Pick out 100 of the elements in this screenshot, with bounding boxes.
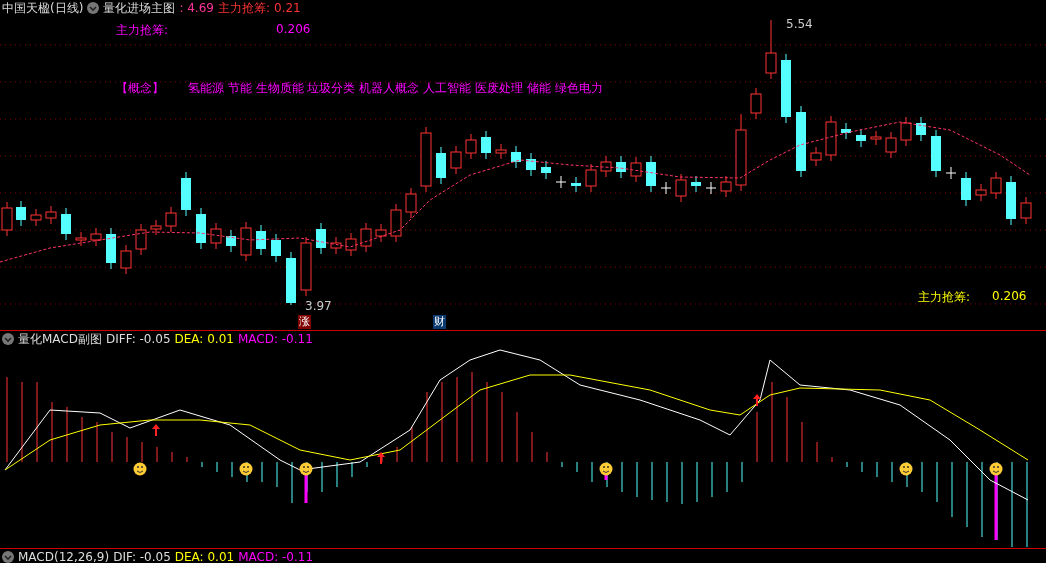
candlestick <box>660 181 672 195</box>
dea-value: DEA: 0.01 <box>174 550 235 563</box>
candlestick <box>45 205 57 225</box>
smiley-icon <box>239 462 253 476</box>
candlestick <box>345 232 357 257</box>
candlestick <box>750 87 762 120</box>
candlestick <box>405 187 417 219</box>
dropdown-icon[interactable] <box>87 2 100 14</box>
indicator-label: 主力抢筹: <box>217 0 270 17</box>
candlestick <box>720 175 732 198</box>
dropdown-icon[interactable] <box>2 551 14 563</box>
smiley-icon <box>989 462 1003 476</box>
macd-value: MACD: -0.11 <box>238 550 314 563</box>
candlestick <box>465 133 477 160</box>
candlestick <box>316 222 326 255</box>
candlestick <box>90 227 102 247</box>
candlestick <box>616 155 626 179</box>
candlestick <box>916 116 926 142</box>
smiley-icon <box>299 462 313 476</box>
candlestick <box>61 207 71 241</box>
candlestick <box>330 236 342 255</box>
candlestick <box>135 223 147 256</box>
candlestick <box>961 171 971 207</box>
panel-title: 量化MACD副图 <box>18 330 102 348</box>
candlestick <box>495 143 507 160</box>
smiley-icon <box>133 462 147 476</box>
candlestick <box>165 206 177 233</box>
dif-value: DIF: -0.05 <box>113 550 171 563</box>
candlestick <box>75 231 87 247</box>
candlestick <box>975 183 987 202</box>
indicator-name: 量化进场主图 <box>103 0 176 17</box>
candlestick <box>856 128 866 148</box>
candlestick <box>900 116 912 147</box>
legend-value: 0.206 <box>276 22 311 38</box>
up-arrow-icon <box>152 424 160 436</box>
event-marker: 财 <box>433 315 446 329</box>
candlestick <box>1020 196 1032 225</box>
candlestick <box>300 236 312 297</box>
stock-title: 中国天楹(日线) <box>2 0 84 17</box>
candlestick <box>555 175 567 189</box>
panel-title: MACD(12,26,9) <box>18 550 110 563</box>
dea-value: DEA: 0.01 <box>174 332 234 346</box>
smiley-icon <box>599 462 613 476</box>
high-price-label: 5.54 <box>786 17 813 31</box>
candlestick <box>481 130 491 160</box>
candlestick <box>675 173 687 203</box>
candlestick <box>196 207 206 250</box>
candlestick <box>841 122 851 140</box>
candlestick <box>526 152 536 177</box>
corner-value: 0.206 <box>992 289 1027 305</box>
candlestick <box>511 145 521 169</box>
candlestick <box>271 233 281 263</box>
candlestick <box>256 224 266 256</box>
candlestick <box>120 244 132 275</box>
candlestick <box>106 227 116 270</box>
low-price-label: 3.97 <box>305 299 332 313</box>
candlestick <box>885 131 897 159</box>
candlestick <box>600 155 612 178</box>
corner-label: 主力抢筹: <box>918 289 971 306</box>
smiley-icon <box>899 462 913 476</box>
up-arrow-icon <box>377 452 385 464</box>
candlestick <box>810 146 822 167</box>
candlestick <box>990 171 1002 200</box>
candlestick <box>765 19 777 80</box>
macd-value: MACD: -0.11 <box>237 332 313 346</box>
candlestick <box>240 221 252 262</box>
candlestick <box>420 126 432 193</box>
candlestick <box>870 130 882 146</box>
candlestick <box>825 115 837 162</box>
concept-tag: 【概念】 <box>116 80 164 97</box>
candlestick <box>945 166 957 180</box>
candlestick <box>360 222 372 253</box>
candlestick <box>630 156 642 183</box>
candlestick <box>931 129 941 178</box>
candlestick <box>210 222 222 250</box>
candlestick <box>571 176 581 193</box>
indicator-value: 0.21 <box>274 1 301 15</box>
candlestick <box>375 223 387 243</box>
concept-list: 氢能源 节能 生物质能 垃圾分类 机器人概念 人工智能 医废处理 储能 绿色电力 <box>188 80 603 97</box>
candlestick <box>705 181 717 195</box>
candlestick <box>781 53 791 124</box>
legend-label: 主力抢筹: <box>116 22 169 39</box>
candlestick <box>436 146 446 185</box>
diff-value: DIFF: -0.05 <box>106 332 171 346</box>
dropdown-icon[interactable] <box>2 333 14 345</box>
candlestick <box>150 219 162 236</box>
candlestick <box>585 163 597 193</box>
candlestick <box>1 201 13 237</box>
event-marker: 涨 <box>298 315 311 329</box>
candlestick <box>181 171 191 217</box>
candlestick <box>691 175 701 193</box>
candlestick <box>390 203 402 243</box>
candlestick <box>16 200 26 227</box>
price-value: : 4.69 <box>179 1 214 15</box>
candlestick <box>646 155 656 193</box>
candlestick <box>286 251 296 306</box>
candlestick <box>1006 175 1016 226</box>
candlestick <box>226 229 236 253</box>
candlestick <box>450 145 462 175</box>
candlestick <box>30 208 42 227</box>
